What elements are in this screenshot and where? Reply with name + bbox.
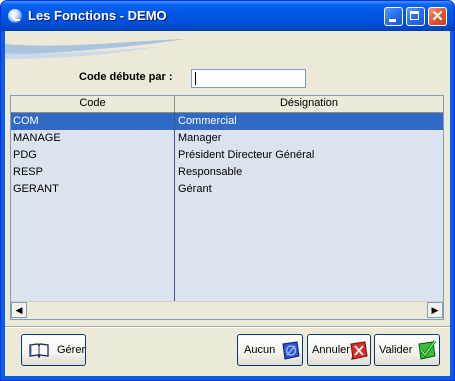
cancel-icon — [350, 341, 368, 360]
scroll-left-icon: ◀ — [15, 305, 23, 315]
column-divider — [174, 112, 175, 302]
cell-designation: Gérant — [178, 183, 212, 195]
table-row[interactable]: GERANT Gérant — [11, 181, 443, 198]
cell-code: PDG — [13, 149, 37, 161]
horizontal-scrollbar[interactable]: ◀ ▶ — [11, 301, 443, 319]
functions-table[interactable]: Code Désignation COM Commercial MANAGE M… — [10, 95, 444, 320]
none-button[interactable]: Aucun — [237, 334, 303, 366]
table-row[interactable]: COM Commercial — [11, 113, 443, 130]
code-search-input[interactable] — [191, 69, 306, 88]
column-header-code[interactable]: Code — [11, 96, 175, 112]
cell-designation: Manager — [178, 132, 222, 144]
title-bar[interactable]: Les Fonctions - DEMO ✕ — [1, 1, 454, 31]
book-icon — [29, 343, 49, 358]
table-row[interactable]: RESP Responsable — [11, 164, 443, 181]
none-button-label: Aucun — [244, 344, 276, 356]
search-label: Code débute par : — [79, 71, 173, 83]
minimize-icon — [389, 19, 396, 22]
validate-button[interactable]: Valider — [374, 334, 440, 366]
column-header-designation[interactable]: Désignation — [175, 96, 443, 112]
table-header: Code Désignation — [11, 96, 443, 113]
cell-code: MANAGE — [13, 132, 61, 144]
maximize-icon — [410, 11, 419, 20]
cell-code: RESP — [13, 166, 43, 178]
window-title: Les Fonctions - DEMO — [28, 8, 167, 23]
cell-code: GERANT — [13, 183, 59, 195]
table-row[interactable]: MANAGE Manager — [11, 130, 443, 147]
manage-button-label: Gérer — [57, 344, 86, 356]
no-selection-icon — [282, 341, 300, 360]
manage-button[interactable]: Gérer — [21, 334, 86, 366]
separator-highlight — [5, 327, 450, 328]
scroll-left-button[interactable]: ◀ — [11, 302, 27, 318]
scroll-right-icon: ▶ — [431, 305, 439, 315]
cell-designation: Commercial — [178, 115, 237, 127]
window: Les Fonctions - DEMO ✕ Code débute par :… — [0, 0, 455, 381]
cancel-button-label: Annuler — [312, 344, 350, 356]
close-icon: ✕ — [431, 8, 444, 25]
decorative-swoosh — [5, 39, 185, 59]
checkmark-icon — [418, 340, 437, 360]
scroll-right-button[interactable]: ▶ — [427, 302, 443, 318]
dialog-body: Code débute par : Code Désignation COM C… — [5, 31, 450, 376]
cancel-button[interactable]: Annuler — [307, 334, 371, 366]
app-icon — [8, 9, 22, 23]
validate-button-label: Valider — [379, 344, 413, 356]
cell-designation: Responsable — [178, 166, 243, 178]
table-row[interactable]: PDG Président Directeur Général — [11, 147, 443, 164]
minimize-button[interactable] — [384, 7, 403, 26]
cell-designation: Président Directeur Général — [178, 149, 315, 161]
maximize-button[interactable] — [406, 7, 425, 26]
close-button[interactable]: ✕ — [428, 7, 447, 26]
text-caret — [195, 72, 196, 85]
cell-code: COM — [13, 115, 39, 127]
